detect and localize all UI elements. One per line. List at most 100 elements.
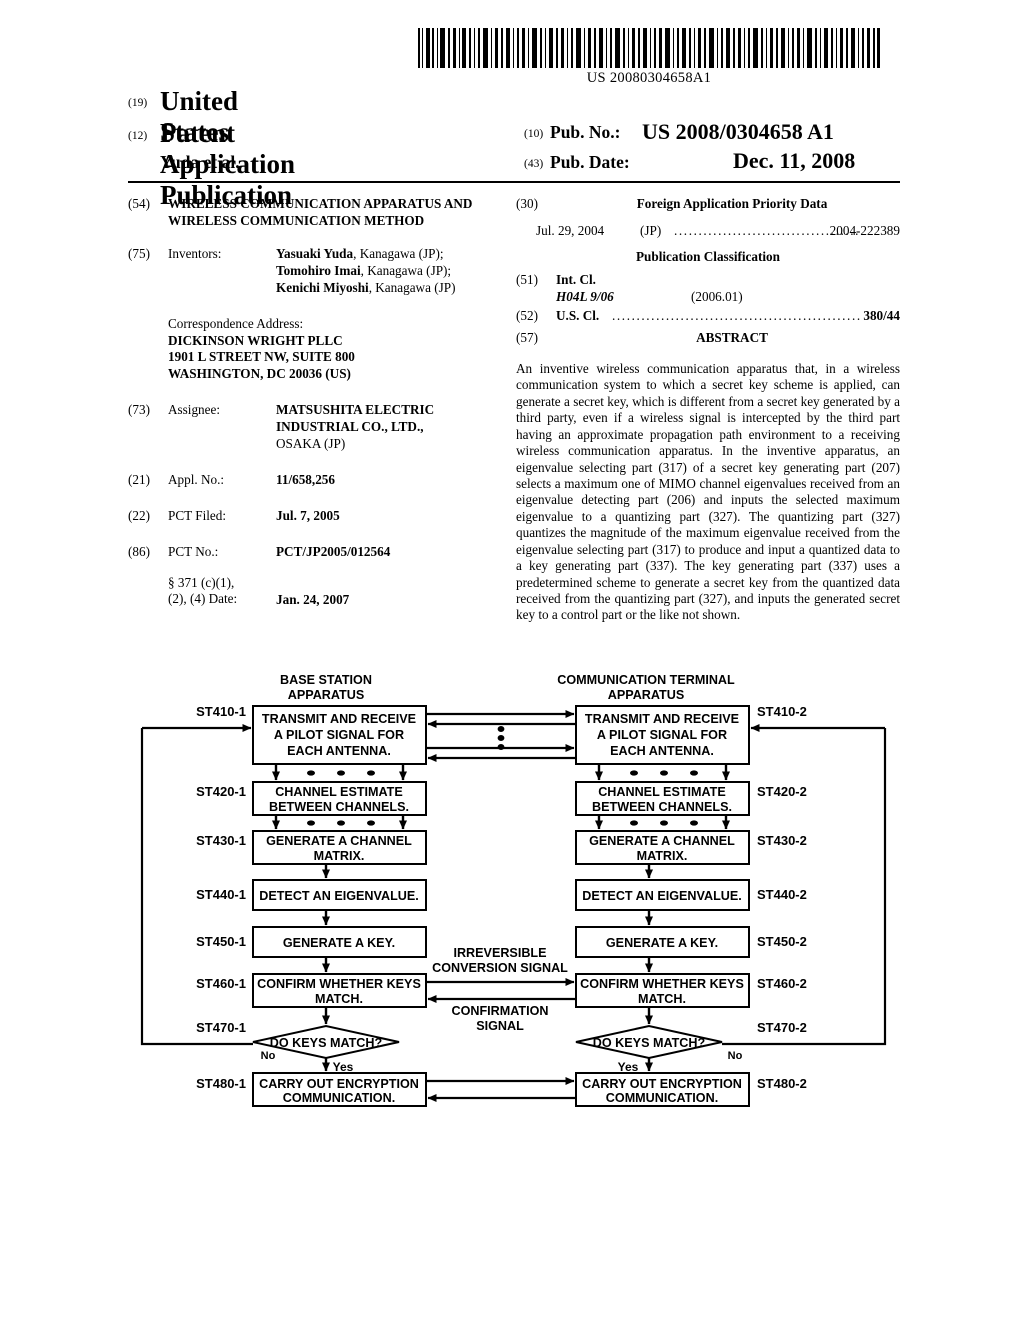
assignee-city: OSAKA (JP) [276,436,346,452]
box-st430-2-text: GENERATE A CHANNEL [589,834,735,848]
tag-st450-1: ST450-1 [196,934,246,949]
tag-st410-2: ST410-2 [757,704,807,719]
author-line: Yuda et al. [160,152,240,172]
box-st460-2-text: MATCH. [638,992,686,1006]
pct-no-value: PCT/JP2005/012564 [276,543,391,559]
int-cl-version: (2006.01) [691,288,743,304]
tag-st440-1: ST440-1 [196,887,246,902]
right-column-title-line2: APPARATUS [608,688,685,702]
flowchart-figure: BASE STATION APPARATUS COMMUNICATION TER… [128,668,900,1128]
inventor-row: Kenichi Miyoshi, Kanagawa (JP) [276,280,510,297]
tag-st450-2: ST450-2 [757,934,807,949]
correspondence-block: Correspondence Address: DICKINSON WRIGHT… [168,316,510,384]
box-st410-1-text: EACH ANTENNA. [287,744,391,758]
tag-st460-2: ST460-2 [757,976,807,991]
pub-number-code: (10) [524,128,544,140]
field-371-date: § 371 (c)(1), (2), (4) Date: Jan. 24, 20… [128,575,510,609]
publication-header: (19) United States (12) Patent Applicati… [128,86,900,210]
doctype-code: (12) [128,130,148,142]
int-cl-row: (51) Int. Cl. H04L 9/06 (2006.01) [516,272,900,308]
bibliographic-right-column: (30) Foreign Application Priority Data J… [516,196,900,624]
label-irreversible-line2: CONVERSION SIGNAL [432,961,568,975]
barcode-area: US 20080304658A1 [418,28,880,86]
branch-yes-right: Yes [618,1060,639,1074]
tag-st480-2: ST480-2 [757,1076,807,1091]
box-st430-2-text: MATRIX. [637,849,688,863]
abstract-heading: ABSTRACT [696,329,768,345]
right-column-title-line1: COMMUNICATION TERMINAL [557,673,735,687]
us-cl-leader-dots: ........................................… [612,307,860,323]
box-st460-1-text: CONFIRM WHETHER KEYS [257,977,421,991]
correspondence-label: Correspondence Address: [168,315,304,331]
loop-no-left-path [140,728,253,1046]
box-st430-1-text: GENERATE A CHANNEL [266,834,412,848]
section-371-value: Jan. 24, 2007 [276,591,350,607]
us-cl-value: 380/44 [863,307,900,323]
us-cl-code: (52) [516,307,538,323]
flowchart-svg: BASE STATION APPARATUS COMMUNICATION TER… [140,673,887,1107]
appl-no-value: 11/658,256 [276,471,335,487]
field-inventors: (75) Inventors: Yasuaki Yuda, Kanagawa (… [128,246,510,297]
inventor-name: Tomohiro Imai [276,262,361,278]
foreign-priority-heading-row: (30) Foreign Application Priority Data [516,196,900,216]
priority-country: (JP) [640,223,662,238]
box-st420-1-text: BETWEEN CHANNELS. [269,800,409,814]
us-cl-row: (52) U.S. Cl. ..........................… [516,308,900,326]
foreign-priority-heading: Foreign Application Priority Data [636,196,828,211]
tag-st470-2: ST470-2 [757,1020,807,1035]
box-st460-1-text: MATCH. [315,992,363,1006]
field-pct-no-label: PCT No.: [168,543,219,559]
field-assignee-code: (73) [128,402,150,418]
box-st480-2-text: CARRY OUT ENCRYPTION [582,1077,742,1091]
field-appl-no-label: Appl. No.: [168,471,225,487]
barcode-image [418,28,880,68]
box-st480-2-text: COMMUNICATION. [606,1091,718,1105]
abstract-text: An inventive wireless communication appa… [516,360,900,623]
int-cl-code: (51) [516,271,538,287]
inventor-location: , Kanagawa (JP) [368,279,456,295]
box-st480-1-text: COMMUNICATION. [283,1091,395,1105]
box-st420-2-text: CHANNEL ESTIMATE [598,785,726,799]
box-st410-1-text: A PILOT SIGNAL FOR [274,728,404,742]
tag-st430-2: ST430-2 [757,833,807,848]
correspondence-line: WASHINGTON, DC 20036 (US) [168,366,351,382]
field-inventors-label: Inventors: [168,246,222,261]
publication-classification-heading: Publication Classification [636,249,780,264]
pub-number-label: Pub. No.: [550,122,621,142]
foreign-priority-code: (30) [516,196,538,211]
inventor-location: , Kanagawa (JP); [353,246,444,261]
priority-date: Jul. 29, 2004 [536,223,605,238]
box-st460-2-text: CONFIRM WHETHER KEYS [580,977,744,991]
tag-st440-2: ST440-2 [757,887,807,902]
field-pct-no: (86) PCT No.: PCT/JP2005/012564 [128,544,510,561]
field-pct-filed-code: (22) [128,507,150,523]
int-cl-label: Int. Cl. [556,271,596,287]
label-confirmation-line2: SIGNAL [476,1019,524,1033]
field-title: (54) WIRELESS COMMUNICATION APPARATUS AN… [128,196,510,229]
inventor-row: Tomohiro Imai, Kanagawa (JP); [276,263,510,280]
tag-st420-1: ST420-1 [196,784,246,799]
tag-st430-1: ST430-1 [196,833,246,848]
box-st450-2-text: GENERATE A KEY. [606,936,718,950]
tag-st420-2: ST420-2 [757,784,807,799]
tag-st460-1: ST460-1 [196,976,246,991]
branch-no-left: No [261,1050,276,1062]
section-371-label-block: § 371 (c)(1), (2), (4) Date: [168,575,278,609]
section-371-line1: § 371 (c)(1), [168,574,235,590]
box-st440-2-text: DETECT AN EIGENVALUE. [582,889,742,903]
inventor-name: Yasuaki Yuda [276,246,354,261]
assignee-block: MATSUSHITA ELECTRIC INDUSTRIAL CO., LTD.… [276,402,510,453]
box-st480-1-text: CARRY OUT ENCRYPTION [259,1077,419,1091]
field-appl-no-code: (21) [128,471,150,487]
diamond-st470-1-text: DO KEYS MATCH? [270,1036,382,1050]
us-cl-label: U.S. Cl. [556,307,600,323]
pub-number-value: US 2008/0304658 A1 [642,119,834,144]
pct-filed-value: Jul. 7, 2005 [276,507,340,523]
field-pct-no-code: (86) [128,543,150,559]
field-inventors-code: (75) [128,246,150,261]
invention-title: WIRELESS COMMUNICATION APPARATUS AND WIR… [168,196,473,228]
box-st430-1-text: MATRIX. [314,849,365,863]
branch-no-right: No [728,1050,743,1062]
box-st420-1-text: CHANNEL ESTIMATE [275,785,403,799]
tag-st470-1: ST470-1 [196,1020,246,1035]
